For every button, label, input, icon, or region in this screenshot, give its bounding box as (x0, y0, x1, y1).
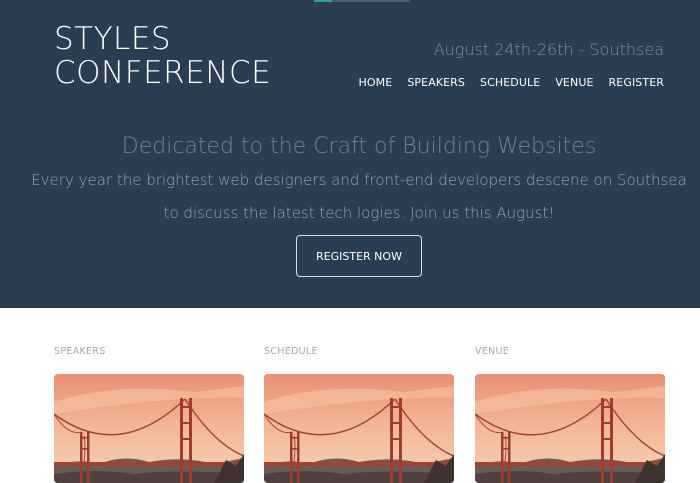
golden-gate-bridge-image (475, 374, 665, 483)
nav-speakers[interactable]: SPEAKERS (407, 76, 465, 89)
nav-register[interactable]: REGISTER (609, 76, 664, 89)
hero-lead: Every year the brightest web designers a… (0, 164, 700, 230)
nav-venue[interactable]: VENUE (555, 76, 593, 89)
hero-lead-line-1: Every year the brightest web designers a… (31, 171, 687, 189)
site-logo[interactable]: STYLES CONFERENCE (54, 22, 271, 90)
hero-tagline: Dedicated to the Craft of Building Websi… (121, 134, 597, 159)
venue-card-image[interactable] (475, 374, 665, 483)
event-dates: August 24th-26th - Southsea (433, 40, 664, 59)
golden-gate-bridge-image (54, 374, 244, 483)
schedule-card-image[interactable] (264, 374, 454, 483)
section-label-venue: VENUE (475, 346, 510, 357)
primary-nav: HOME SPEAKERS SCHEDULE VENUE REGISTER (359, 76, 664, 89)
nav-home[interactable]: HOME (359, 76, 393, 89)
section-label-schedule: SCHEDULE (264, 346, 318, 357)
golden-gate-bridge-image (264, 374, 454, 483)
logo-line-1: STYLES (54, 21, 172, 57)
speakers-card-image[interactable] (54, 374, 244, 483)
top-tab-indicator (314, 0, 410, 2)
nav-schedule[interactable]: SCHEDULE (480, 76, 540, 89)
section-label-speakers: SPEAKERS (54, 346, 106, 357)
hero-banner: STYLES CONFERENCE August 24th-26th - Sou… (0, 0, 700, 308)
register-now-button[interactable]: REGISTER NOW (296, 235, 422, 277)
logo-line-2: CONFERENCE (54, 55, 272, 91)
hero-lead-line-2: to discuss the latest tech logies. Join … (163, 204, 555, 222)
